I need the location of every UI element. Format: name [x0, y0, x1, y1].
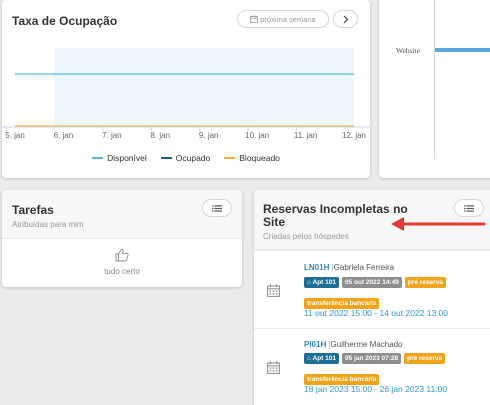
x-tick-label: 5. jan: [5, 131, 25, 140]
x-tick-label: 12. jan: [342, 131, 366, 140]
highlight-band: [54, 48, 355, 126]
legend-label: Bloqueado: [239, 153, 280, 163]
occupancy-chart: 5. jan 6. jan 7. jan 8. jan 9. jan 10. jan 11.…: [2, 48, 370, 140]
list-icon: [464, 204, 474, 212]
status-badge: pré reserva: [404, 353, 446, 364]
legend-item-disponivel[interactable]: Disponível: [92, 153, 147, 163]
status-badge: pré reserva: [404, 277, 446, 288]
created-badge: 05 jan 2023 07:28: [341, 353, 402, 364]
legend-swatch: [92, 157, 104, 159]
reservation-item[interactable]: PI01H |Guilherme Machado ⌂ Apt 101 05 ja…: [254, 328, 490, 405]
chart-legend: Disponível Ocupado Bloqueado: [2, 153, 370, 163]
tasks-title: Tarefas: [12, 203, 54, 217]
x-tick-label: 6. jan: [54, 131, 74, 140]
apt-badge-label: Apt 101: [312, 355, 336, 362]
occupancy-card: Taxa de Ocupação próxima semana 5. jan 6.…: [2, 0, 370, 178]
reservation-code[interactable]: PI01H: [304, 340, 326, 349]
legend-swatch: [160, 157, 172, 159]
incomplete-title: Reservas Incompletas no Site: [263, 203, 408, 229]
reservation-title: LN01H |Gabriela Ferreira: [304, 263, 394, 272]
incomplete-subtitle: Criadas pelos hóspedes: [263, 232, 349, 241]
apt-badge-label: Apt 101: [312, 279, 336, 286]
channel-card: Website: [379, 0, 490, 178]
x-tick-label: 9. jan: [199, 131, 219, 140]
reservation-dates: 11 out 2022 15:00 - 14 out 2022 13:00: [304, 308, 448, 318]
legend-label: Ocupado: [175, 153, 211, 163]
tasks-menu-button[interactable]: [202, 199, 232, 217]
legend-label: Disponível: [107, 153, 147, 163]
x-tick-label: 8. jan: [150, 131, 170, 140]
badge-row: ⌂ Apt 101 05 out 2022 14:49 pré reserva: [304, 277, 446, 288]
apt-badge: ⌂ Apt 101: [304, 277, 339, 288]
guest-name: Guilherme Machado: [330, 340, 403, 349]
reservation-code[interactable]: LN01H: [304, 263, 329, 272]
legend-item-ocupado[interactable]: Ocupado: [160, 153, 211, 163]
badge-row: ⌂ Apt 101 05 jan 2023 07:28 pré reserva: [304, 353, 446, 364]
created-badge: 05 out 2022 14:49: [341, 277, 402, 288]
apt-badge: ⌂ Apt 101: [304, 353, 339, 364]
x-tick-label: 7. jan: [102, 131, 122, 140]
red-arrow-annotation: [391, 217, 486, 231]
thumbs-up-icon: [115, 248, 129, 262]
reservation-item[interactable]: LN01H |Gabriela Ferreira ⌂ Apt 101 05 ou…: [254, 250, 490, 328]
tasks-header: Tarefas Atribuídas para mim: [2, 190, 242, 239]
guest-name: Gabriela Ferreira: [333, 263, 395, 272]
legend-swatch: [224, 157, 236, 159]
reservation-dates: 18 jan 2023 15:00 - 26 jan 2023 11:00: [304, 384, 448, 394]
legend-item-bloqueado[interactable]: Bloqueado: [224, 153, 280, 163]
calendar-icon: [267, 361, 280, 374]
channel-axis-line: [434, 0, 435, 158]
channel-label: Website: [396, 46, 420, 55]
reservation-title: PI01H |Guilherme Machado: [304, 340, 403, 349]
calendar-icon: [267, 284, 280, 297]
tasks-empty-text: tudo certo: [104, 267, 140, 276]
tasks-card: Tarefas Atribuídas para mim tudo certo: [2, 190, 242, 287]
x-tick-label: 10. jan: [245, 131, 269, 140]
channel-bar: [435, 48, 490, 52]
tasks-subtitle: Atribuídas para mim: [12, 220, 84, 229]
list-icon: [212, 204, 222, 212]
incomplete-title-line2: Site: [263, 215, 286, 229]
x-tick-label: 11. jan: [294, 131, 317, 140]
